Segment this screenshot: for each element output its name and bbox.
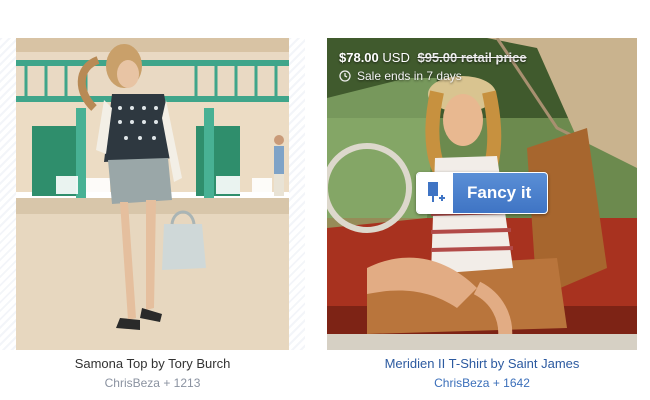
sale-ends-text: Sale ends in 7 days xyxy=(357,69,462,83)
popsicle-plus-icon xyxy=(428,182,445,202)
product-card: $78.00 USD $95.00 retail price Sale ends… xyxy=(327,38,637,391)
product-image-link[interactable] xyxy=(16,38,289,350)
retail-price: $95.00 retail price xyxy=(417,50,527,65)
product-card: Samona Top by Tory Burch ChrisBeza + 121… xyxy=(16,38,289,391)
product-photo xyxy=(16,38,289,350)
product-caption: Samona Top by Tory Burch ChrisBeza + 121… xyxy=(16,356,289,391)
user-link[interactable]: ChrisBeza xyxy=(105,376,160,390)
product-meta: ChrisBeza + 1642 xyxy=(327,375,637,391)
sale-price: $78.00 xyxy=(339,50,379,65)
fancy-it-button[interactable]: Fancy it xyxy=(416,172,548,214)
product-title-link[interactable]: Samona Top by Tory Burch xyxy=(16,356,289,372)
clock-icon xyxy=(339,70,351,82)
plus-sign: + xyxy=(492,376,500,390)
product-title-link[interactable]: Meridien II T-Shirt by Saint James xyxy=(327,356,637,372)
fancy-count: 1213 xyxy=(173,376,201,390)
plus-sign: + xyxy=(163,376,171,390)
price-overlay: $78.00 USD $95.00 retail price Sale ends… xyxy=(339,50,527,83)
fancy-count: 1642 xyxy=(503,376,530,390)
product-meta: ChrisBeza + 1213 xyxy=(16,375,289,391)
product-caption: Meridien II T-Shirt by Saint James Chris… xyxy=(327,356,637,391)
stripe-decoration-middle xyxy=(289,38,305,350)
product-image-link[interactable]: $78.00 USD $95.00 retail price Sale ends… xyxy=(327,38,637,350)
fancy-icon-container xyxy=(417,173,453,213)
user-link[interactable]: ChrisBeza xyxy=(434,376,489,390)
fancy-it-label: Fancy it xyxy=(467,183,532,202)
stripe-decoration-left xyxy=(0,38,16,350)
currency: USD xyxy=(382,50,410,65)
